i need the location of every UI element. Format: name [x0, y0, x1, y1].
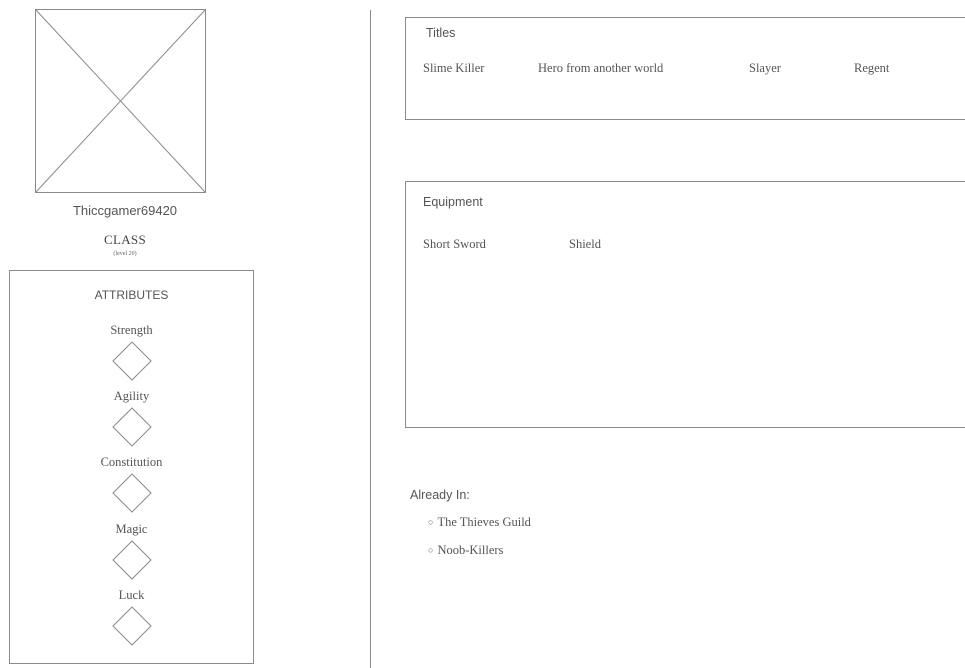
diamond-icon[interactable]	[111, 407, 152, 447]
attribute-label: Constitution	[100, 455, 163, 469]
attribute-label: Strength	[110, 323, 153, 337]
attribute-agility: Agility	[10, 388, 253, 447]
title-item[interactable]: Hero from another world	[538, 61, 663, 76]
guild-name: The Thieves Guild	[437, 515, 531, 529]
username: Thiccgamer69420	[72, 203, 178, 218]
diamond-icon[interactable]	[111, 473, 152, 513]
bullet-icon: ○	[428, 517, 434, 527]
class-name: CLASS	[104, 232, 146, 247]
diamond-icon[interactable]	[111, 540, 152, 580]
attribute-label: Luck	[118, 588, 145, 602]
attribute-constitution: Constitution	[10, 454, 253, 513]
attribute-label: Agility	[113, 389, 150, 403]
attribute-strength: Strength	[10, 322, 253, 381]
column-divider	[370, 10, 371, 668]
attribute-magic: Magic	[10, 521, 253, 580]
attributes-panel: ATTRIBUTES Strength Agility Constitution…	[9, 270, 254, 664]
class-level: (level 20)	[113, 251, 137, 257]
guild-name: Noob-Killers	[437, 543, 504, 557]
attributes-heading: ATTRIBUTES	[94, 288, 169, 302]
title-item[interactable]: Slayer	[749, 61, 781, 76]
image-placeholder-icon	[35, 9, 206, 193]
titles-panel: Titles Slime Killer Hero from another wo…	[405, 17, 965, 120]
attribute-label: Magic	[115, 522, 148, 536]
title-item[interactable]: Slime Killer	[423, 61, 484, 76]
attribute-luck: Luck	[10, 587, 253, 646]
bullet-icon: ○	[428, 545, 434, 555]
guild-list-item[interactable]: ○ Noob-Killers	[428, 543, 503, 558]
diamond-icon[interactable]	[111, 341, 152, 381]
guilds-heading: Already In:	[410, 488, 470, 502]
avatar-placeholder[interactable]	[35, 9, 206, 193]
guild-list-item[interactable]: ○ The Thieves Guild	[428, 515, 531, 530]
titles-heading: Titles	[426, 26, 456, 40]
equipment-item[interactable]: Short Sword	[423, 237, 486, 252]
equipment-item[interactable]: Shield	[569, 237, 601, 252]
diamond-icon[interactable]	[111, 606, 152, 646]
equipment-panel: Equipment Short Sword Shield	[405, 181, 965, 428]
equipment-heading: Equipment	[423, 195, 483, 209]
title-item[interactable]: Regent	[854, 61, 889, 76]
